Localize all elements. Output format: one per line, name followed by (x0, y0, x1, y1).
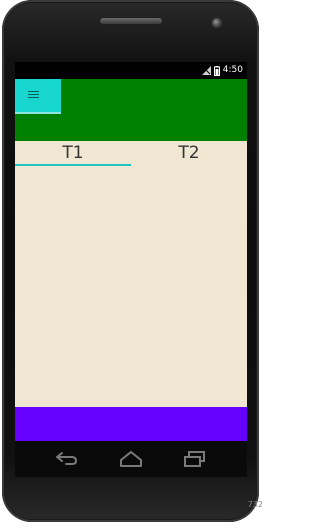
status-icons: 4:50 (201, 62, 243, 79)
app-screen: 4:50 T1 T2 (15, 62, 247, 441)
battery-icon (213, 65, 220, 76)
device-frame: 4:50 T1 T2 732 (0, 0, 263, 528)
menu-button[interactable] (15, 79, 61, 114)
side-label: 732 (247, 500, 263, 509)
status-bar: 4:50 (15, 62, 247, 79)
tab-t2[interactable]: T2 (131, 141, 247, 166)
speaker-grille (100, 18, 162, 24)
hamburger-menu-icon (28, 91, 39, 99)
tab-content (15, 166, 247, 407)
menu-button-underline (15, 112, 61, 114)
bottom-bar (15, 407, 247, 441)
system-nav-bar (15, 441, 247, 477)
tab-bar: T1 T2 (15, 141, 247, 166)
back-icon[interactable] (52, 449, 80, 469)
home-icon[interactable] (117, 449, 145, 469)
signal-icon (201, 66, 211, 75)
front-camera (212, 18, 222, 28)
status-time: 4:50 (222, 65, 243, 75)
recent-apps-icon[interactable] (181, 449, 209, 469)
toolbar (15, 79, 247, 141)
tab-t1[interactable]: T1 (15, 141, 131, 166)
